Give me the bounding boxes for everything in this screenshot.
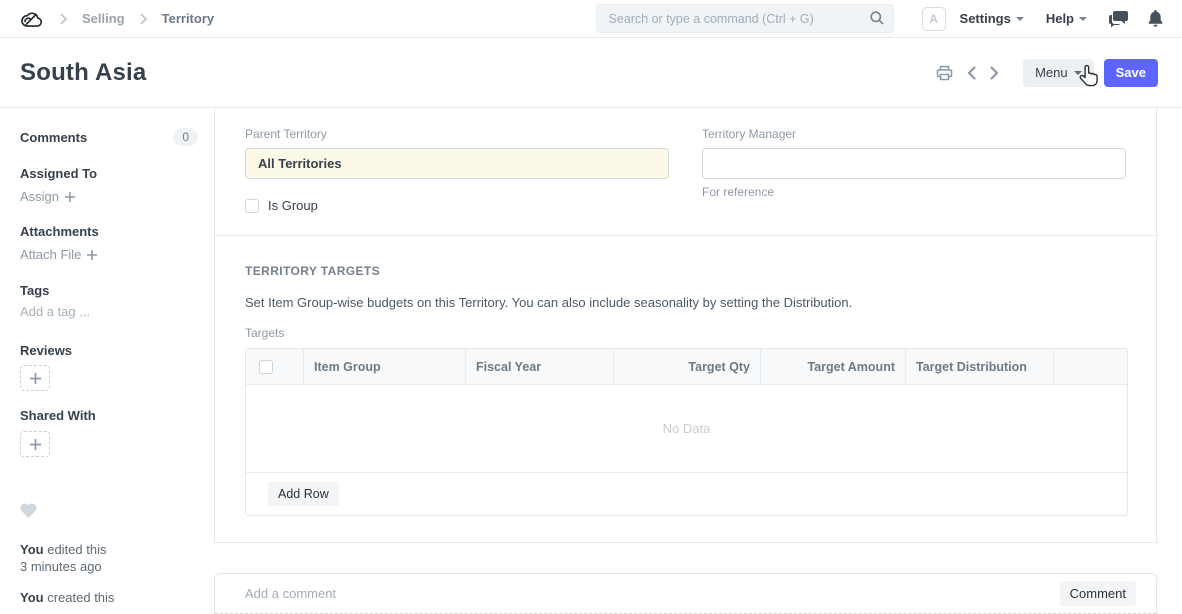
global-search xyxy=(596,4,894,33)
comment-button[interactable]: Comment xyxy=(1060,581,1136,606)
assign-button[interactable]: Assign xyxy=(20,189,198,204)
territory-targets-heading: TERRITORY TARGETS xyxy=(245,264,1126,278)
is-group-checkbox[interactable] xyxy=(245,199,259,213)
form-sidebar: Comments 0 Assigned To Assign Attachment… xyxy=(0,108,214,606)
breadcrumb-territory[interactable]: Territory xyxy=(162,11,215,26)
created-timeline-entry: You created this xyxy=(20,589,198,606)
edited-when: 3 minutes ago xyxy=(20,559,102,574)
comment-card: Add a comment Comment xyxy=(214,573,1157,614)
add-review-button[interactable] xyxy=(20,365,50,391)
is-group-field[interactable]: Is Group xyxy=(245,198,669,213)
breadcrumb-selling[interactable]: Selling xyxy=(82,11,125,26)
settings-menu[interactable]: Settings xyxy=(960,11,1024,26)
plus-icon xyxy=(30,373,41,384)
attachments-heading: Attachments xyxy=(20,224,198,239)
chevron-down-icon xyxy=(1074,71,1082,75)
parent-territory-label: Parent Territory xyxy=(245,127,669,141)
prev-document-icon[interactable] xyxy=(963,62,980,84)
chevron-down-icon xyxy=(1079,17,1087,21)
comments-count-badge: 0 xyxy=(173,128,198,146)
comments-link[interactable]: Comments xyxy=(20,130,87,145)
like-heart-icon[interactable] xyxy=(20,503,198,521)
created-who: You xyxy=(20,590,44,605)
select-all-checkbox[interactable] xyxy=(259,360,273,374)
chat-icon[interactable] xyxy=(1109,11,1128,27)
print-icon[interactable] xyxy=(932,61,957,85)
territory-targets-section: TERRITORY TARGETS Set Item Group-wise bu… xyxy=(215,236,1156,542)
edited-action: edited this xyxy=(47,542,106,557)
details-section: Parent Territory Is Group Territory Mana… xyxy=(215,108,1156,236)
notifications-bell-icon[interactable] xyxy=(1148,10,1163,27)
search-icon xyxy=(869,10,885,31)
targets-table-label: Targets xyxy=(245,326,1126,340)
parent-territory-input[interactable] xyxy=(245,148,669,179)
targets-grid-body: No Data xyxy=(246,385,1127,473)
plus-icon xyxy=(65,192,75,202)
territory-manager-label: Territory Manager xyxy=(702,127,1126,141)
column-header-item-group: Item Group xyxy=(304,349,466,384)
select-all-cell xyxy=(246,349,304,384)
page-head: South Asia Menu Save xyxy=(0,38,1182,108)
share-button[interactable] xyxy=(20,431,50,457)
column-header-target-qty: Target Qty xyxy=(614,349,761,384)
targets-grid-header: Item Group Fiscal Year Target Qty Target… xyxy=(246,349,1127,385)
breadcrumb-chevron-icon xyxy=(139,13,148,25)
menu-button-label: Menu xyxy=(1035,65,1068,80)
add-tag-input[interactable]: Add a tag ... xyxy=(20,304,198,319)
column-header-settings xyxy=(1054,349,1127,384)
settings-label: Settings xyxy=(960,11,1011,26)
form-card: Parent Territory Is Group Territory Mana… xyxy=(214,108,1157,543)
help-menu[interactable]: Help xyxy=(1046,11,1087,26)
territory-manager-input[interactable] xyxy=(702,148,1126,179)
plus-icon xyxy=(87,250,97,260)
reviews-heading: Reviews xyxy=(20,343,198,358)
navbar: Selling Territory A Settings Help xyxy=(0,0,1182,38)
attach-file-label: Attach File xyxy=(20,247,81,262)
column-header-fiscal-year: Fiscal Year xyxy=(466,349,614,384)
chevron-down-icon xyxy=(1016,17,1024,21)
breadcrumb-chevron-icon xyxy=(59,13,68,25)
help-label: Help xyxy=(1046,11,1074,26)
territory-targets-description: Set Item Group-wise budgets on this Terr… xyxy=(245,295,1126,310)
territory-manager-help: For reference xyxy=(702,185,1126,199)
column-header-target-amount: Target Amount xyxy=(761,349,906,384)
save-button[interactable]: Save xyxy=(1104,59,1158,87)
page-title: South Asia xyxy=(20,59,146,87)
is-group-label: Is Group xyxy=(268,198,318,213)
assigned-to-heading: Assigned To xyxy=(20,166,198,181)
user-avatar[interactable]: A xyxy=(922,7,946,31)
menu-button[interactable]: Menu xyxy=(1023,59,1094,87)
assign-label: Assign xyxy=(20,189,59,204)
frappe-cloud-logo-icon[interactable] xyxy=(20,9,45,29)
next-document-icon[interactable] xyxy=(986,62,1003,84)
column-header-target-distribution: Target Distribution xyxy=(906,349,1054,384)
targets-grid: Item Group Fiscal Year Target Qty Target… xyxy=(245,348,1128,516)
territory-form-page: Selling Territory A Settings Help xyxy=(0,0,1182,613)
edited-who: You xyxy=(20,542,44,557)
no-data-text: No Data xyxy=(663,421,711,436)
tags-heading: Tags xyxy=(20,283,198,298)
created-action: created this xyxy=(47,590,114,605)
attach-file-button[interactable]: Attach File xyxy=(20,247,198,262)
search-input[interactable] xyxy=(596,4,894,33)
edited-timeline-entry: You edited this 3 minutes ago xyxy=(20,541,198,575)
plus-icon xyxy=(30,439,41,450)
shared-with-heading: Shared With xyxy=(20,408,198,423)
add-row-button[interactable]: Add Row xyxy=(268,482,339,506)
targets-grid-footer: Add Row xyxy=(246,473,1127,515)
comment-input[interactable]: Add a comment xyxy=(245,586,1060,601)
